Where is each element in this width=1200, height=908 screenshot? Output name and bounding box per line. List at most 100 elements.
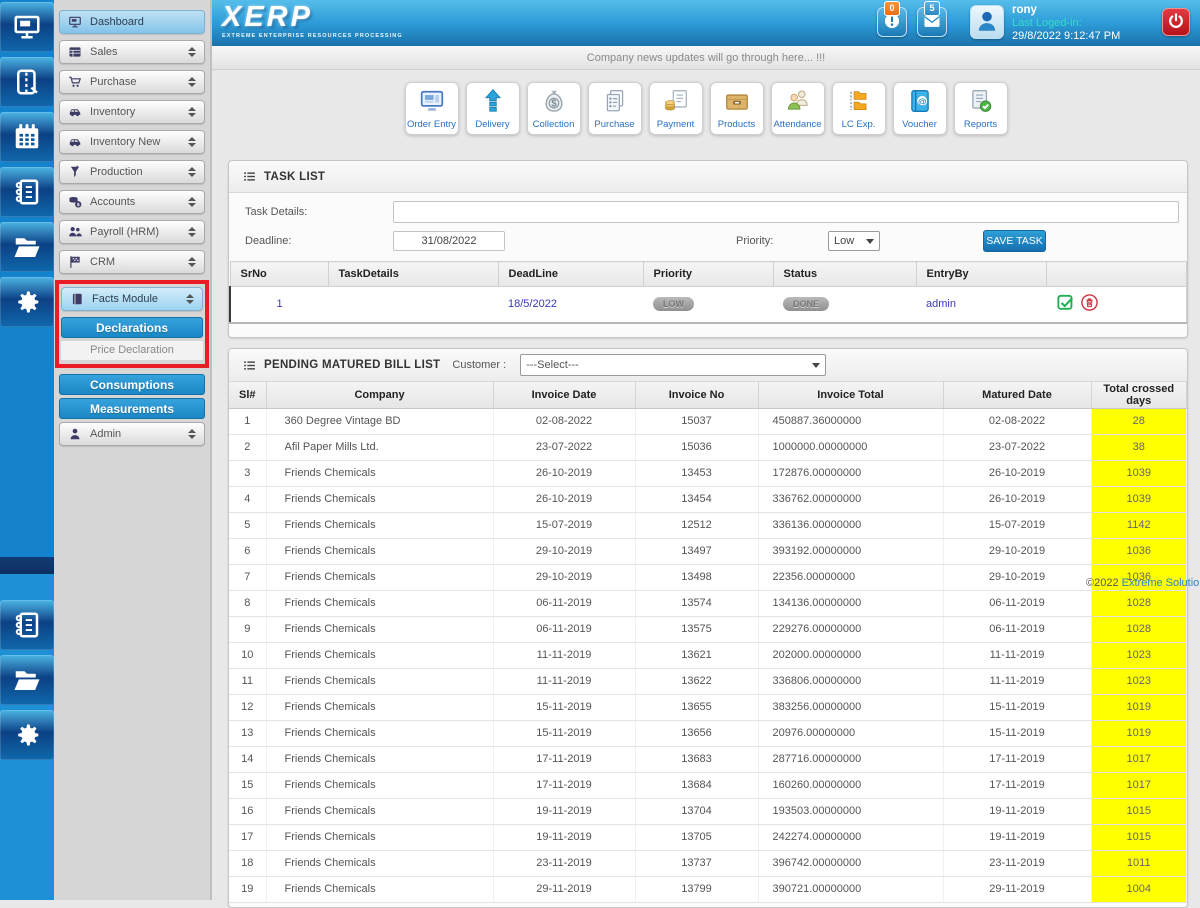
strip-monitor-icon[interactable] [0, 2, 54, 52]
sidebar-item-payroll-hrm[interactable]: Payroll (HRM) [59, 220, 205, 244]
sidebar-item-consumptions[interactable]: Consumptions [59, 374, 205, 395]
expand-collapse-icon[interactable] [188, 197, 196, 207]
toolbar-label: Order Entry [406, 118, 457, 130]
bill-row: 3 Friends Chemicals 26-10-2019 13453 172876.… [229, 460, 1187, 487]
sidebar-item-dashboard[interactable]: Dashboard [59, 10, 205, 34]
toolbar-purchase-button[interactable]: Purchase [587, 82, 642, 135]
sidebar-item-label: Facts Module [92, 293, 159, 305]
expand-collapse-icon[interactable] [188, 227, 196, 237]
sidebar-item-purchase[interactable]: Purchase [59, 70, 205, 94]
alerts-button[interactable]: 0 [877, 1, 907, 37]
task-status-cell: DONE [773, 286, 916, 324]
sidebar-item-label: Dashboard [90, 16, 144, 28]
strip-calendar-icon[interactable] [0, 112, 54, 162]
bill-row: 2 Afil Paper Mills Ltd. 23-07-2022 15036 100… [229, 434, 1187, 461]
customer-select[interactable]: ---Select--- [520, 354, 827, 376]
bill-company: Friends Chemicals [266, 746, 494, 773]
sidebar-item-measurements[interactable]: Measurements [59, 398, 205, 419]
strip-gear-icon[interactable] [0, 277, 54, 327]
bill-matured-date: 15-11-2019 [943, 694, 1092, 721]
bill-column-header: Sl# [229, 382, 267, 409]
bill-crossed-days: 1023 [1091, 642, 1187, 669]
delete-task-icon[interactable] [1080, 293, 1099, 315]
toolbar-lc-exp-button[interactable]: LC Exp. [831, 82, 886, 135]
save-task-button[interactable]: SAVE TASK [983, 230, 1046, 252]
toolbar-products-button[interactable]: Products [709, 82, 764, 135]
sidebar-item-label: Purchase [90, 76, 137, 88]
deadline-label: Deadline: [245, 235, 292, 247]
xerp-logo[interactable]: XERP EXTREME ENTERPRISE RESOURCES PROCES… [222, 2, 403, 39]
sidebar-item-accounts[interactable]: $ Accounts [59, 190, 205, 214]
strip-folder-icon[interactable] [0, 655, 54, 705]
bill-matured-date: 17-11-2019 [943, 746, 1092, 773]
top-header-bar: XERP EXTREME ENTERPRISE RESOURCES PROCES… [212, 0, 1200, 46]
toolbar-voucher-button[interactable]: @ Voucher [892, 82, 947, 135]
expand-collapse-icon[interactable] [188, 107, 196, 117]
expand-collapse-icon[interactable] [188, 137, 196, 147]
left-icon-strip [0, 0, 54, 900]
bill-sl: 1 [229, 408, 267, 435]
bill-matured-date: 06-11-2019 [943, 616, 1092, 643]
bill-crossed-days: 1023 [1091, 668, 1187, 695]
bill-company: Friends Chemicals [266, 694, 494, 721]
bill-matured-date: 02-08-2022 [943, 408, 1092, 435]
sidebar-item-inventory[interactable]: Inventory [59, 100, 205, 124]
strip-zipbook-icon[interactable] [0, 57, 54, 107]
toolbar-order-entry-button[interactable]: Order Entry [404, 82, 459, 135]
bill-invoice-no: 12512 [635, 512, 759, 539]
sidebar-item-admin[interactable]: Admin [59, 422, 205, 446]
priority-select[interactable]: Low [828, 231, 880, 251]
bill-invoice-date: 19-11-2019 [493, 798, 636, 825]
bill-invoice-no: 13575 [635, 616, 759, 643]
strip-spiralbook-icon[interactable] [0, 167, 54, 217]
logout-power-button[interactable] [1162, 8, 1190, 36]
sidebar-item-label: Payroll (HRM) [90, 226, 160, 238]
sidebar-item-declarations[interactable]: Declarations [61, 317, 203, 338]
sidebar-item-label: Inventory [90, 106, 136, 118]
expand-collapse-icon[interactable] [188, 47, 196, 57]
order-entry-icon [419, 88, 445, 117]
task-column-header: Priority [642, 261, 774, 287]
bill-matured-date: 26-10-2019 [943, 486, 1092, 513]
task-entryby-value: admin [926, 298, 956, 311]
sidebar-item-sales[interactable]: Sales [59, 40, 205, 64]
bill-invoice-total: 22356.00000000 [758, 564, 944, 591]
sidebar-item-price-declaration[interactable]: Price Declaration [61, 341, 203, 360]
expand-collapse-icon[interactable] [186, 294, 194, 304]
sidebar-item-production[interactable]: Production [59, 160, 205, 184]
mark-done-icon[interactable] [1056, 293, 1075, 315]
copyright-company-link[interactable]: Extreme Solutions. [1122, 577, 1200, 589]
user-avatar-button[interactable] [970, 5, 1004, 39]
sidebar-item-crm[interactable]: CRM [59, 250, 205, 274]
expand-collapse-icon[interactable] [188, 77, 196, 87]
strip-gear-icon[interactable] [0, 710, 54, 760]
messages-button[interactable]: 5 [917, 1, 947, 37]
list-icon [243, 359, 256, 372]
deadline-input[interactable] [393, 231, 505, 251]
toolbar-collection-button[interactable]: $ Collection [526, 82, 581, 135]
bill-invoice-total: 172876.00000000 [758, 460, 944, 487]
task-details-input[interactable] [393, 201, 1179, 223]
strip-folder-icon[interactable] [0, 222, 54, 272]
task-column-header: EntryBy [915, 261, 1047, 287]
bill-row: 14 Friends Chemicals 17-11-2019 13683 287716… [229, 746, 1187, 773]
toolbar-payment-button[interactable]: Payment [648, 82, 703, 135]
toolbar-delivery-button[interactable]: Delivery [465, 82, 520, 135]
bill-invoice-no: 13705 [635, 824, 759, 851]
toolbar-reports-button[interactable]: Reports [953, 82, 1008, 135]
sidebar-item-facts-module[interactable]: Facts Module [61, 287, 203, 311]
expand-collapse-icon[interactable] [188, 257, 196, 267]
user-info-block: rony Last Loged-in: 29/8/2022 9:12:47 PM [1012, 4, 1120, 43]
bill-invoice-date: 02-08-2022 [493, 408, 636, 435]
bill-sl: 3 [229, 460, 267, 487]
bill-company: Friends Chemicals [266, 642, 494, 669]
toolbar-attendance-button[interactable]: Attendance [770, 82, 825, 135]
bill-matured-date: 11-11-2019 [943, 642, 1092, 669]
expand-collapse-icon[interactable] [188, 167, 196, 177]
sidebar-item-inventory-new[interactable]: Inventory New [59, 130, 205, 154]
last-login-label: Last Loged-in: [1012, 17, 1082, 29]
expand-collapse-icon[interactable] [188, 429, 196, 439]
payment-icon [663, 88, 689, 117]
strip-spiralbook-icon[interactable] [0, 600, 54, 650]
bill-invoice-total: 193503.00000000 [758, 798, 944, 825]
